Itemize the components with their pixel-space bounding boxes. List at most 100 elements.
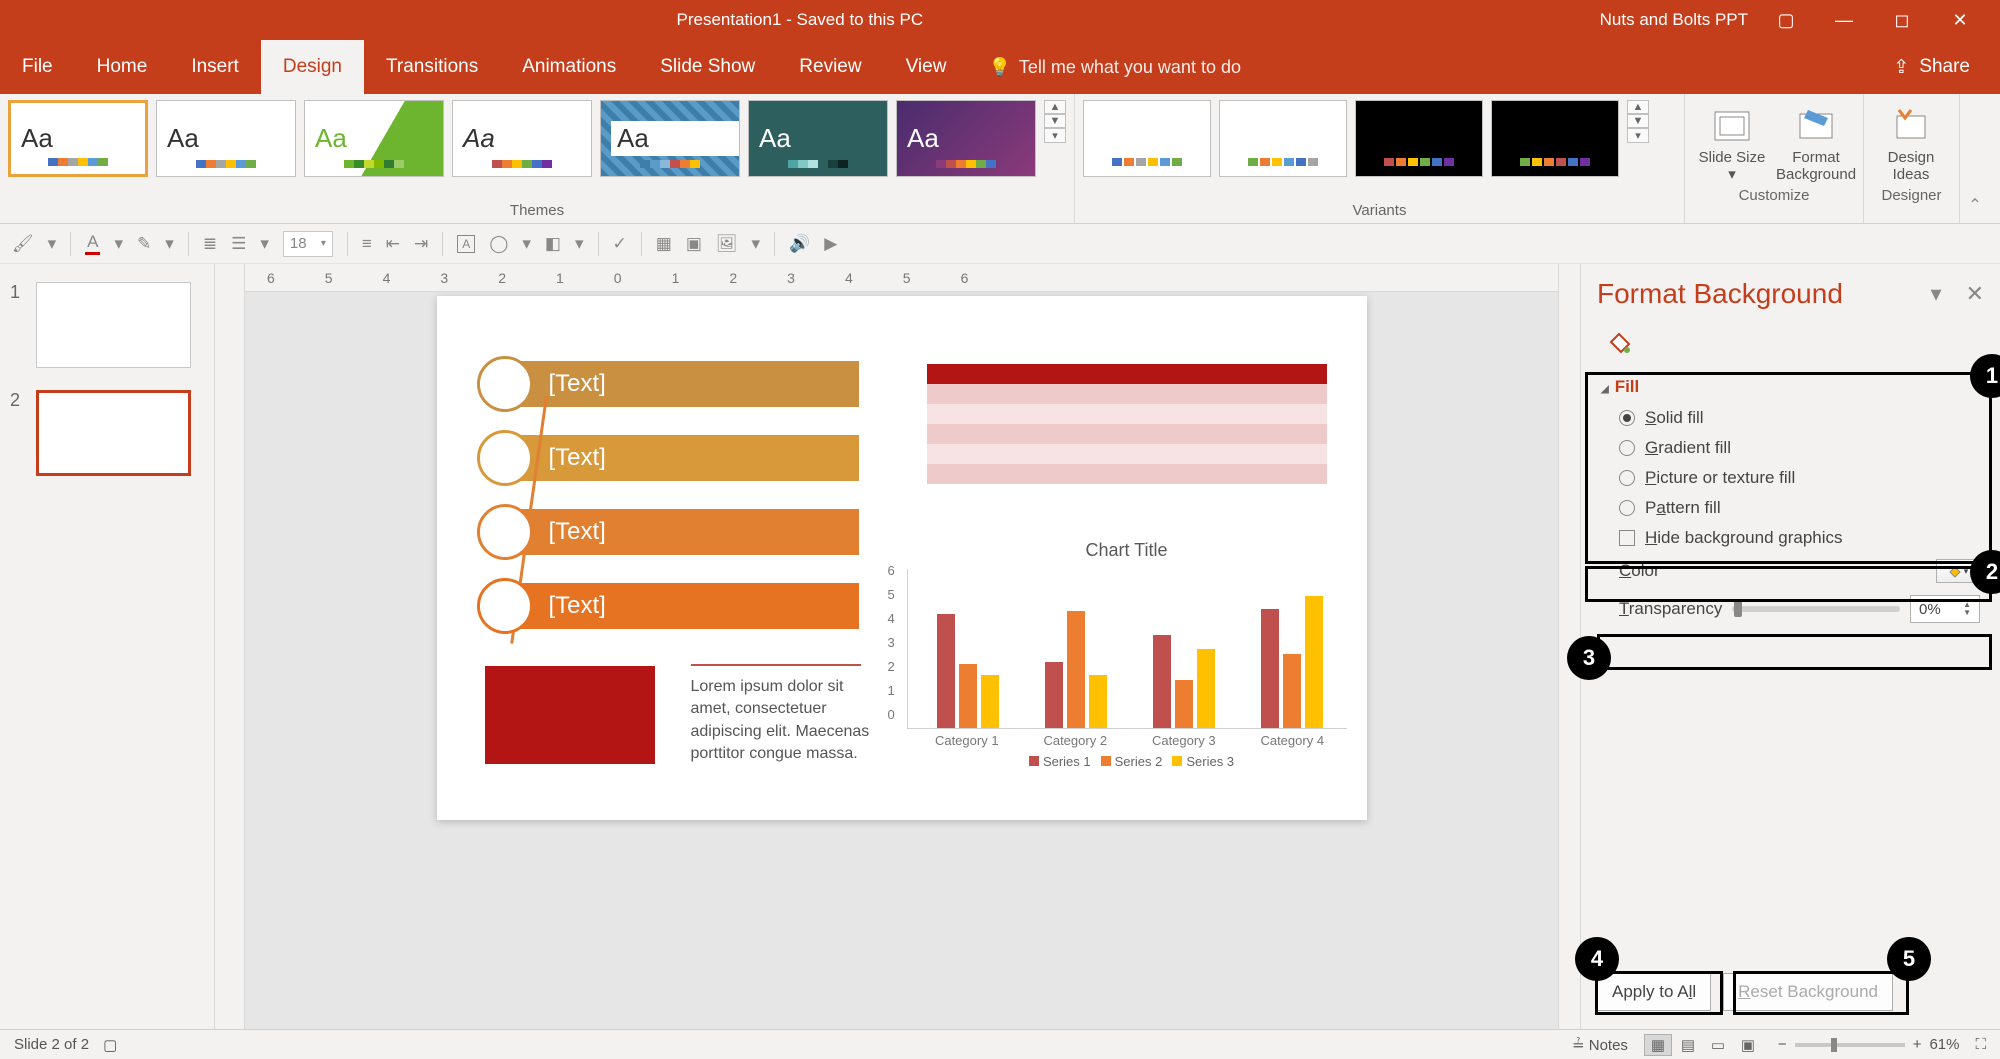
tab-slide-show[interactable]: Slide Show [638,40,777,94]
variant-thumb[interactable] [1219,100,1347,177]
themes-scroll[interactable]: ▲▼▾ [1044,100,1066,143]
indent-right-icon[interactable]: ⇥ [414,234,428,254]
audio-icon[interactable]: 🔊 [789,234,810,254]
hide-bg-graphics-option[interactable]: Hide background graphics [1597,523,1984,553]
zoom-in-icon[interactable]: + [1913,1036,1922,1053]
tab-transitions[interactable]: Transitions [364,40,500,94]
gradient-fill-option[interactable]: Gradient fill [1597,433,1984,463]
design-ideas-button[interactable]: Design Ideas [1872,104,1950,183]
picture-fill-option[interactable]: Picture or texture fill [1597,463,1984,493]
merge-shapes-icon[interactable]: ◧ [545,234,561,254]
customize-group-label: Customize [1693,183,1855,206]
slide-size-label: Slide Size [1699,149,1766,166]
highlight-icon[interactable]: ✎ [137,234,151,254]
smartart-text: [Text] [519,361,859,407]
transparency-value-input[interactable]: 0%▲▼ [1910,595,1980,623]
minimize-button[interactable]: — [1824,0,1864,40]
zoom-out-icon[interactable]: − [1778,1036,1787,1053]
color-label: Color [1619,561,1660,581]
chart[interactable]: Chart Title 0123456 Category 1Category 2… [907,540,1347,790]
smartart-list[interactable]: [Text] [Text] [Text] [Text] [477,356,859,652]
reset-background-button[interactable]: Reset Background [1723,973,1893,1011]
smartart-text: [Text] [519,435,859,481]
pane-options-icon[interactable]: ▾ [1931,281,1942,307]
variants-gallery[interactable]: ▲▼▾ [1083,100,1676,198]
pattern-fill-option[interactable]: Pattern fill [1597,493,1984,523]
themes-gallery[interactable]: Aa Aa Aa Aa Aa Aa Aa ▲▼▾ [8,100,1066,198]
lightbulb-icon: 💡 [988,57,1010,78]
slide-size-button[interactable]: Slide Size ▾ [1693,104,1771,183]
theme-thumb[interactable]: Aa [748,100,888,177]
theme-thumb[interactable]: Aa [304,100,444,177]
slide-counter[interactable]: Slide 2 of 2 [14,1036,89,1053]
font-color-icon[interactable]: A [85,232,100,255]
slide-canvas[interactable]: [Text] [Text] [Text] [Text] Lorem ipsum … [437,296,1367,820]
bullets-icon[interactable]: ≡ [362,234,372,254]
slide-number: 2 [10,390,26,476]
variants-group-label: Variants [1083,198,1676,221]
text-box-icon[interactable]: A [457,235,475,253]
pane-title: Format Background [1597,278,1843,310]
slideshow-button[interactable]: ▣ [1734,1034,1762,1056]
transparency-slider[interactable] [1732,606,1900,612]
solid-fill-option[interactable]: Solid fill [1597,403,1984,433]
zoom-value[interactable]: 61% [1929,1036,1959,1053]
shapes-icon[interactable]: ◯ [489,234,508,254]
theme-thumb[interactable]: Aa [600,100,740,177]
chart-plot-area: 0123456 [907,569,1347,729]
theme-thumb[interactable]: Aa [452,100,592,177]
ribbon-display-options-icon[interactable]: ▢ [1766,0,1806,40]
variant-thumb[interactable] [1491,100,1619,177]
account-name[interactable]: Nuts and Bolts PPT [1600,10,1748,30]
theme-thumb[interactable]: Aa [8,100,148,177]
eyedropper-icon[interactable]: ✓ [613,234,627,254]
tab-animations[interactable]: Animations [500,40,638,94]
font-size-input[interactable]: 18▾ [283,231,333,257]
pane-close-icon[interactable]: ✕ [1966,281,1984,307]
tab-design[interactable]: Design [261,40,364,94]
format-painter-icon[interactable]: 🖌 [12,234,34,254]
spellcheck-icon[interactable]: ▢ [103,1036,117,1054]
tab-home[interactable]: Home [75,40,170,94]
apply-to-all-button[interactable]: Apply to All [1597,973,1711,1011]
format-background-button[interactable]: Format Background [1777,104,1855,183]
variant-thumb[interactable] [1355,100,1483,177]
body-text[interactable]: Lorem ipsum dolor sit amet, consectetuer… [691,676,871,766]
zoom-slider[interactable] [1795,1043,1905,1047]
distribute-icon[interactable]: ☰ [231,234,246,254]
tab-review[interactable]: Review [777,40,883,94]
indent-left-icon[interactable]: ⇤ [386,234,400,254]
fill-tab-icon[interactable] [1605,328,1984,361]
align-left-icon[interactable]: ≣ [203,234,217,254]
theme-thumb[interactable]: Aa [156,100,296,177]
variants-scroll[interactable]: ▲▼▾ [1627,100,1649,143]
zoom-control[interactable]: − + 61% [1778,1036,1960,1053]
close-button[interactable]: ✕ [1940,0,1980,40]
tell-me-search[interactable]: 💡 Tell me what you want to do [988,40,1241,94]
table[interactable] [927,364,1327,484]
checkbox-icon [1619,530,1635,546]
maximize-button[interactable]: ◻ [1882,0,1922,40]
chart-title: Chart Title [907,540,1347,561]
slide-thumb-preview [36,282,191,368]
notes-button[interactable]: ≟ Notes [1572,1036,1628,1054]
tab-file[interactable]: File [0,40,75,94]
tab-insert[interactable]: Insert [169,40,261,94]
picture-icon[interactable]: 🖼 [716,234,738,254]
shape-rectangle[interactable] [485,666,655,764]
fill-section-header[interactable]: Fill [1597,371,1984,403]
group-icon[interactable]: ▣ [686,234,702,254]
theme-thumb[interactable]: Aa [896,100,1036,177]
normal-view-button[interactable]: ▦ [1644,1034,1672,1056]
slide-thumbnail-2[interactable]: 2 [10,390,204,476]
reading-view-button[interactable]: ▭ [1704,1034,1732,1056]
animation-pane-icon[interactable]: ▶ [824,234,837,254]
share-button[interactable]: Share [1919,56,1970,78]
align-icon[interactable]: ▦ [656,234,672,254]
slide-sorter-button[interactable]: ▤ [1674,1034,1702,1056]
fit-to-window-icon[interactable]: ⛶ [1975,1036,1986,1053]
collapse-ribbon-icon[interactable]: ⌃ [1960,94,1990,223]
tab-view[interactable]: View [884,40,969,94]
slide-thumbnail-1[interactable]: 1 [10,282,204,368]
variant-thumb[interactable] [1083,100,1211,177]
